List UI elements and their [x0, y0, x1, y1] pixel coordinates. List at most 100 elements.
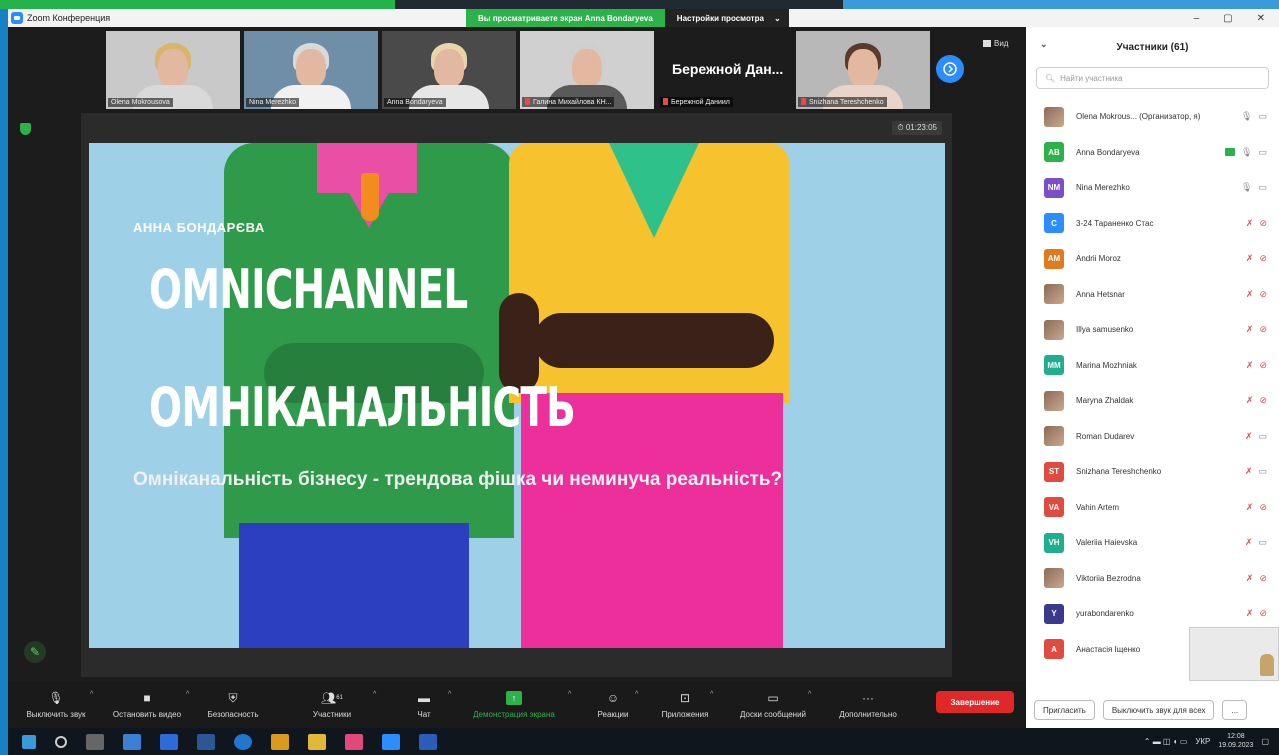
share-status: Вы просматриваете экран Anna Bondaryeva [466, 9, 665, 27]
maximize-icon[interactable]: ▢ [1223, 13, 1232, 24]
participant-status-icons: ✗ ▭ [1245, 466, 1267, 477]
participant-row[interactable]: NM Nina Merezhko 🎙︎ ▭ [1026, 170, 1279, 206]
video-camera-icon: ■ [143, 691, 151, 705]
stop-video-label: Остановить видео [112, 710, 182, 719]
security-button[interactable]: ⛨ Безопасность [198, 682, 268, 728]
chrome-icon[interactable] [234, 733, 252, 750]
video-options-caret[interactable]: ^ [186, 691, 189, 698]
whiteboards-options-caret[interactable]: ^ [808, 691, 811, 698]
participant-row[interactable]: MM Marina Mozhniak ✗ ⊘ [1026, 348, 1279, 384]
tile-person-face [848, 49, 878, 87]
microphone-icon: 🎙︎ [48, 691, 64, 705]
title-bar: Zoom Конференция Вы просматриваете экран… [8, 9, 1279, 27]
notification-icon[interactable]: ▢ [1261, 737, 1269, 746]
apps-icon: ⊡ [679, 691, 691, 705]
close-icon[interactable]: ✕ [1257, 13, 1265, 24]
more-button[interactable]: ··· Дополнительно [828, 682, 908, 728]
mute-options-caret[interactable]: ^ [90, 691, 93, 698]
mute-button[interactable]: 🎙︎ Выключить звук [16, 682, 96, 728]
reactions-button[interactable]: ☺ Реакции [588, 682, 638, 728]
apps-button[interactable]: ⊡ Приложения [652, 682, 718, 728]
taskbar-app-icon[interactable] [308, 733, 326, 750]
search-icon[interactable] [55, 735, 67, 748]
timer-value: 01:23:05 [905, 123, 937, 132]
tile-name-label: Nina Merezhko [246, 98, 300, 107]
mute-all-button[interactable]: Выключить звук для всех [1102, 700, 1215, 720]
participant-row[interactable]: AM Andrii Moroz ✗ ⊘ [1026, 241, 1279, 277]
taskbar-app-icon[interactable] [197, 733, 215, 750]
tray-icons[interactable]: ⌃ ▬ ◫ ◖ ▭ [1144, 737, 1188, 746]
next-page-button[interactable] [936, 55, 964, 83]
chat-options-caret[interactable]: ^ [448, 691, 451, 698]
participant-row[interactable]: Olena Mokrous... (Организатор, я) 🎙︎ ▭ [1026, 99, 1279, 135]
video-tile[interactable]: Olena Mokrousova [106, 31, 240, 109]
chevron-down-icon[interactable]: ⌄ [1040, 39, 1048, 50]
slide-image-tie [361, 173, 379, 221]
taskbar-app-icon[interactable] [345, 733, 363, 750]
window-controls: – ▢ ✕ [1194, 9, 1275, 27]
microphone-muted-icon: ✗ [1245, 608, 1254, 618]
reactions-options-caret[interactable]: ^ [635, 691, 638, 698]
presentation-slide: АННА БОНДАРЄВА OMNICHANNEL ОМНІКАНАЛЬНІС… [89, 143, 945, 648]
video-camera-off-icon: ⊘ [1259, 324, 1267, 334]
participant-status-icons: ✗⊘ [1246, 573, 1267, 584]
security-shield-icon[interactable] [20, 123, 31, 135]
avatar: С [1044, 213, 1064, 234]
participant-row[interactable]: Viktoriia Bezrodna ✗ ⊘ [1026, 561, 1279, 597]
video-camera-off-icon: ⊘ [1259, 288, 1267, 299]
video-tile[interactable]: Галина Михайлова КН... [520, 31, 654, 109]
participant-status-icons: ✗⊘ [1246, 395, 1267, 406]
taskbar-app-icon[interactable] [160, 733, 178, 750]
participant-row[interactable]: VH Valeriia Haievska ✗ ▭ [1026, 525, 1279, 561]
video-tile[interactable]: Anna Bondaryeva [382, 31, 516, 109]
chat-button[interactable]: ▬ Чат [404, 682, 444, 728]
participant-row[interactable]: VA Vahin Artem ✗ ⊘ [1026, 490, 1279, 526]
zoom-taskbar-icon[interactable] [382, 733, 400, 750]
participants-options-caret[interactable]: ^ [373, 691, 376, 698]
panel-more-button[interactable]: ... [1222, 700, 1248, 720]
participant-row[interactable]: С 3-24 Тараненко Стас ✗ ⊘ [1026, 206, 1279, 242]
video-tile[interactable]: Nina Merezhko [244, 31, 378, 109]
share-screen-button[interactable]: ↑ Демонстрация экрана [464, 682, 564, 728]
avatar [1044, 568, 1064, 589]
share-options-caret[interactable]: ^ [568, 691, 571, 698]
tile-person-face [296, 49, 326, 87]
view-button[interactable]: Вид [983, 39, 1008, 48]
clock[interactable]: 12:08 19.09.2023 [1218, 733, 1253, 750]
video-camera-off-icon: ⊘ [1259, 501, 1267, 512]
windows-start-icon[interactable] [22, 734, 36, 749]
taskbar-app-icon[interactable] [271, 733, 289, 750]
self-view-thumbnail[interactable] [1189, 627, 1279, 681]
chat-label: Чат [417, 710, 431, 719]
participant-row[interactable]: Illya samusenko ✗ ⊘ [1026, 312, 1279, 348]
participant-row[interactable]: Roman Dudarev ✗ ▭ [1026, 419, 1279, 455]
word-icon[interactable] [419, 733, 437, 750]
view-options-button[interactable]: Настройки просмотра ⌄ [664, 9, 789, 27]
participants-button[interactable]: 👥︎ 61 Участники [300, 682, 364, 728]
video-camera-icon: ▭ [1258, 537, 1267, 547]
participant-row[interactable]: Anna Hetsnar ✗ ⊘ [1026, 277, 1279, 313]
video-tile[interactable]: Бережной Дан... Бережной Даниил [658, 31, 792, 109]
participant-row[interactable]: Maryna Zhaldak ✗ ⊘ [1026, 383, 1279, 419]
participant-row[interactable]: AB Anna Bondaryeva 🎙︎ ▭ [1026, 135, 1279, 171]
participant-status-icons: ✗⊘ [1246, 502, 1267, 513]
whiteboards-button[interactable]: ▭ Доски сообщений [728, 682, 818, 728]
self-view-figure [1260, 654, 1274, 676]
video-tile[interactable]: Snizhana Tereshchenko [796, 31, 930, 109]
language-indicator[interactable]: УКР [1195, 737, 1210, 746]
end-meeting-button[interactable]: Завершение [936, 691, 1014, 713]
taskbar-app-icon[interactable] [123, 733, 141, 750]
apps-options-caret[interactable]: ^ [710, 691, 713, 698]
annotate-pencil-icon[interactable]: ✎ [24, 641, 46, 663]
stop-video-button[interactable]: ■ Остановить видео [106, 682, 188, 728]
microphone-icon: 🎙︎ [1241, 182, 1253, 192]
panel-header: ⌄ Участники (61) [1026, 27, 1279, 67]
microphone-muted-icon: ✗ [1245, 359, 1254, 370]
participant-row[interactable]: ST Snizhana Tereshchenko ✗ ▭ [1026, 454, 1279, 490]
minimize-icon[interactable]: – [1194, 13, 1200, 24]
participant-search-input[interactable]: 🔍︎ Найти участника [1036, 67, 1269, 89]
invite-button[interactable]: Пригласить [1034, 700, 1095, 720]
task-view-icon[interactable] [86, 733, 104, 750]
avatar [1044, 284, 1064, 305]
avatar: Y [1044, 603, 1064, 624]
